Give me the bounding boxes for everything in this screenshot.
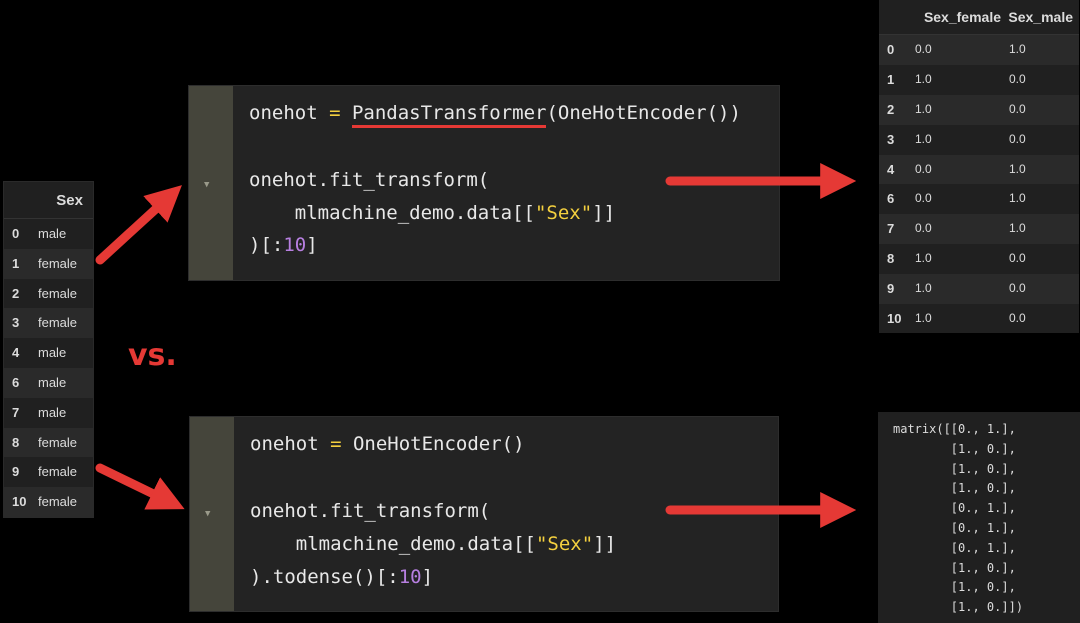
annotation-arrows: [95, 163, 857, 528]
arrow-table-to-cell1: [95, 185, 182, 265]
arrow-table-to-cell2: [95, 463, 185, 510]
